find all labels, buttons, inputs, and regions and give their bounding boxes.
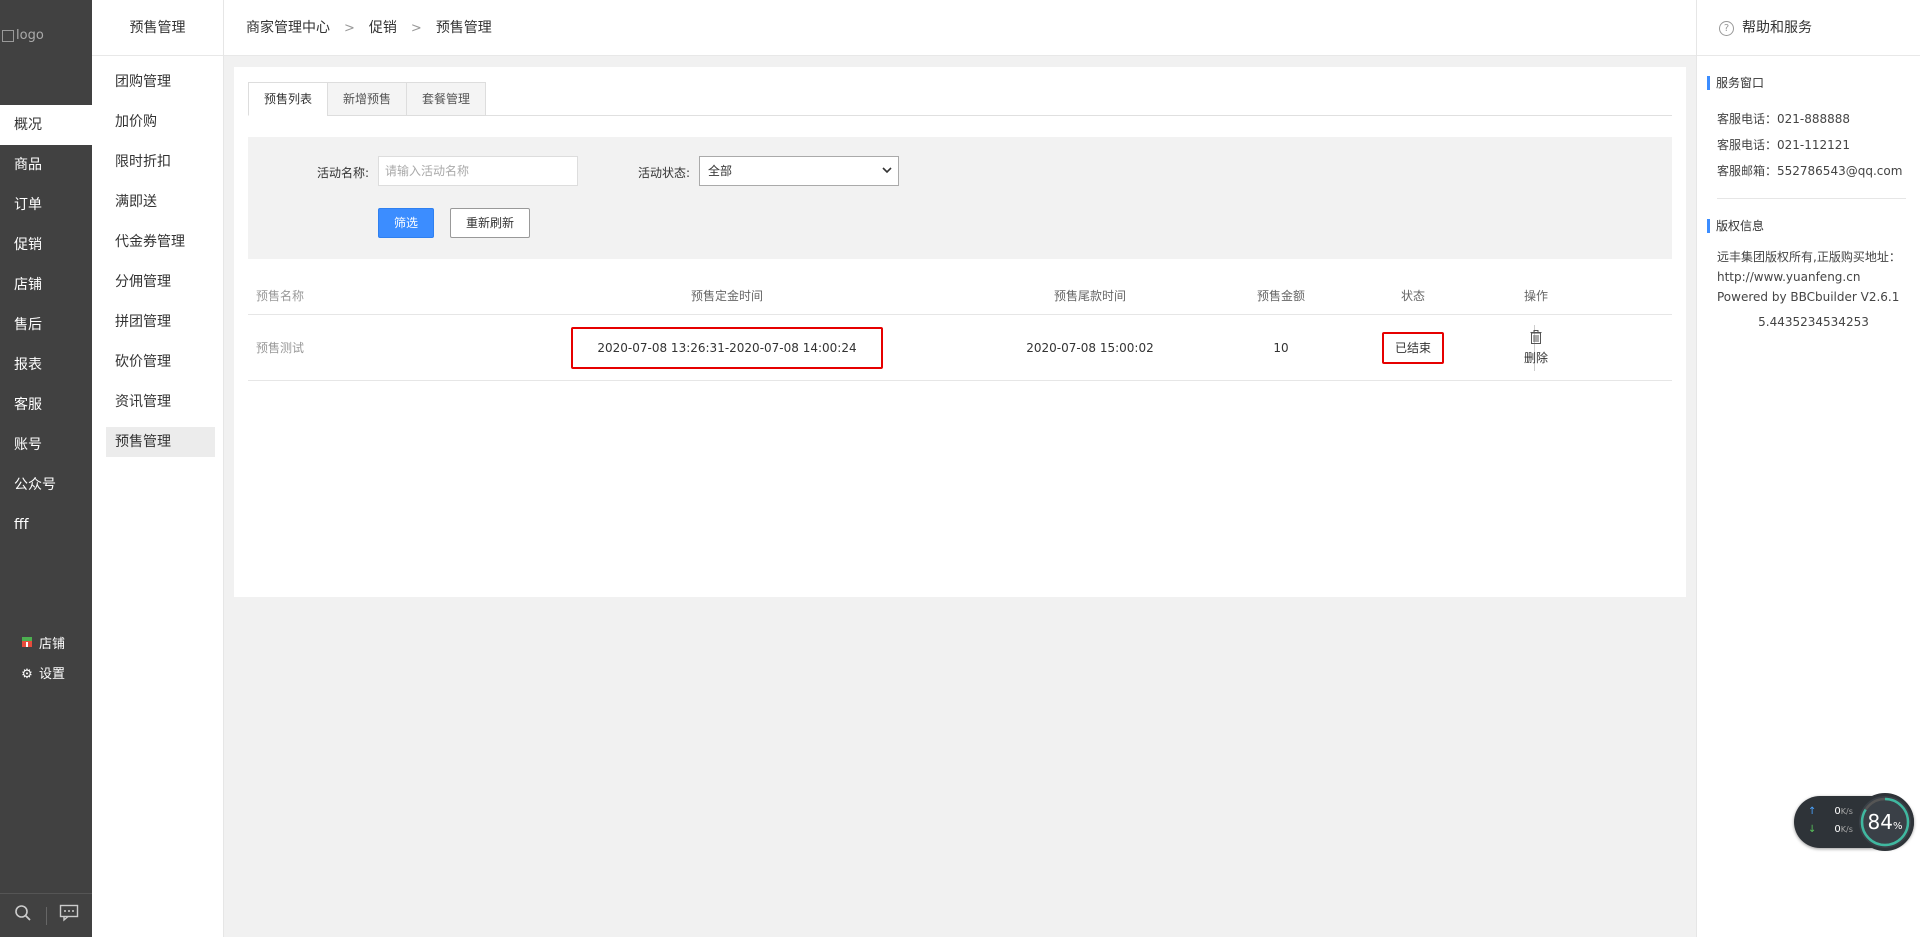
breadcrumb-item-presale: 预售管理	[435, 20, 492, 36]
table-header: 预售名称 预售定金时间 预售尾款时间 预售金额 状态 操作	[248, 277, 1672, 315]
chevron-right-icon: >	[344, 21, 355, 36]
chevron-right-icon: >	[410, 21, 422, 36]
subnav-title: 预售管理	[92, 0, 223, 56]
subnav-item-commission[interactable]: 分佣管理	[106, 267, 215, 297]
service-window-title: 服务窗口	[1707, 76, 1920, 90]
question-circle-icon: ?	[1719, 20, 1734, 36]
arrow-up-icon: ↑	[1808, 806, 1817, 817]
filter-panel: 活动名称: 活动状态: 全部 筛选 重新刷新	[248, 137, 1672, 259]
nav-item-after-sales[interactable]: 售后	[0, 305, 92, 345]
subnav-item-presale[interactable]: 预售管理	[106, 427, 215, 457]
sub-sidebar: 预售管理 团购管理 加价购 限时折扣 满即送 代金券管理 分佣管理 拼团管理 砍…	[92, 0, 224, 937]
header-deposit-time: 预售定金时间	[690, 289, 763, 303]
table-row: 预售测试 2020-07-08 13:26:31-2020-07-08 14:0…	[248, 315, 1672, 381]
shop-link[interactable]: 店铺	[0, 630, 92, 660]
service-phone-1: 客服电话：021-888888	[1717, 112, 1851, 126]
version-number: 5.4435234534253	[1758, 315, 1869, 329]
header-status: 状态	[1400, 289, 1425, 303]
copyright-text: 远丰集团版权所有,正版购买地址：http://www.yuanfeng.cn P…	[1717, 250, 1901, 304]
shop-label: 店铺	[39, 637, 66, 652]
network-speed-widget[interactable]: ↑ 0K/s ↓ 0K/s 84%	[1794, 793, 1914, 851]
activity-status-label: 活动状态:	[638, 166, 691, 180]
logo-alt-text: logo	[16, 28, 44, 43]
nav-item-promotion[interactable]: 促销	[0, 225, 92, 265]
nav-item-reports[interactable]: 报表	[0, 345, 92, 385]
breadcrumb-item-promotion[interactable]: 促销	[369, 20, 397, 36]
header-operation: 操作	[1523, 289, 1548, 303]
nav-item-customer-service[interactable]: 客服	[0, 385, 92, 425]
gauge-percent: 84	[1867, 810, 1893, 834]
status-badge: 已结束	[1382, 331, 1444, 364]
nav-item-account[interactable]: 账号	[0, 425, 92, 465]
filter-button[interactable]: 筛选	[378, 208, 434, 238]
row-amount: 10	[1273, 340, 1289, 355]
status-cell: 已结束	[1348, 315, 1478, 380]
presale-table: 预售名称 预售定金时间 预售尾款时间 预售金额 状态 操作 预售测试 2020-…	[248, 277, 1672, 381]
service-phone-2: 客服电话：021-112121	[1717, 138, 1851, 152]
refresh-button[interactable]: 重新刷新	[450, 208, 530, 238]
breadcrumb-item-merchant-center[interactable]: 商家管理中心	[246, 20, 330, 36]
subnav-item-group-buy[interactable]: 团购管理	[106, 67, 215, 97]
delete-label: 删除	[1523, 350, 1548, 365]
logo[interactable]: logo	[0, 0, 92, 105]
gauge-percent-sign: %	[1892, 821, 1903, 832]
nav-item-overview[interactable]: 概况	[0, 105, 92, 145]
deposit-time-highlight: 2020-07-08 13:26:31-2020-07-08 14:00:24	[571, 326, 883, 369]
tab-add-presale[interactable]: 新增预售	[327, 82, 407, 116]
nav-item-official-account[interactable]: 公众号	[0, 465, 92, 505]
nav-item-orders[interactable]: 订单	[0, 185, 92, 225]
row-deposit-time: 2020-07-08 13:26:31-2020-07-08 14:00:24	[597, 340, 857, 355]
nav-item-goods[interactable]: 商品	[0, 145, 92, 185]
upload-speed: ↑ 0K/s	[1808, 806, 1853, 817]
service-lines: 客服电话：021-888888 客服电话：021-112121 客服邮箱：552…	[1697, 90, 1920, 184]
activity-name-input[interactable]	[378, 156, 578, 186]
row-tail-time: 2020-07-08 15:00:02	[1026, 340, 1154, 355]
subnav-item-voucher[interactable]: 代金券管理	[106, 227, 215, 257]
broken-image-icon	[2, 29, 14, 42]
row-name: 预售测试	[256, 341, 305, 355]
header-amount: 预售金额	[1256, 289, 1305, 303]
activity-name-label: 活动名称:	[317, 166, 370, 180]
content-card: 预售列表 新增预售 套餐管理 活动名称: 活动状态: 全部 筛选 重新刷新 预售…	[234, 67, 1686, 597]
subnav-item-bargain[interactable]: 砍价管理	[106, 347, 215, 377]
subnav-item-group-tour[interactable]: 拼团管理	[106, 307, 215, 337]
service-email: 客服邮箱：552786543@qq.com	[1717, 164, 1903, 178]
settings-link[interactable]: ⚙ 设置	[0, 660, 92, 690]
help-title: 帮助和服务	[1742, 20, 1812, 36]
trash-icon	[1530, 329, 1542, 344]
operation-cell: 删除	[1506, 315, 1566, 380]
nav-item-shop[interactable]: 店铺	[0, 265, 92, 305]
gear-icon: ⚙	[21, 667, 33, 682]
settings-label: 设置	[39, 667, 66, 682]
nav-item-fff[interactable]: fff	[0, 505, 92, 545]
main-sidebar: logo 概况 商品 订单 促销 店铺 售后 报表 客服 账号 公众号 fff …	[0, 0, 92, 937]
breadcrumb: 商家管理中心 > 促销 > 预售管理	[224, 0, 1696, 56]
memory-gauge: 84%	[1856, 793, 1914, 851]
download-speed: ↓ 0K/s	[1808, 824, 1853, 835]
row-status: 已结束	[1394, 341, 1431, 355]
activity-status-select[interactable]: 全部	[699, 156, 899, 186]
tab-bar: 预售列表 新增预售 套餐管理	[248, 82, 1672, 116]
subnav-item-news[interactable]: 资讯管理	[106, 387, 215, 417]
help-header[interactable]: ? 帮助和服务	[1697, 0, 1920, 56]
tab-package-management[interactable]: 套餐管理	[406, 82, 487, 116]
search-icon[interactable]	[0, 904, 46, 927]
activity-status-value: 全部	[708, 164, 733, 178]
download-unit: K/s	[1840, 825, 1853, 834]
upload-unit: K/s	[1840, 807, 1853, 816]
subnav-item-add-price-buy[interactable]: 加价购	[106, 107, 215, 137]
delete-button[interactable]: 删除	[1523, 329, 1548, 366]
arrow-down-icon: ↓	[1808, 824, 1817, 835]
chevron-down-icon	[882, 157, 892, 197]
shop-icon	[20, 630, 34, 660]
copyright-title: 版权信息	[1707, 219, 1920, 233]
tab-presale-list[interactable]: 预售列表	[248, 82, 328, 116]
header-tail-time: 预售尾款时间	[1053, 289, 1126, 303]
subnav-item-full-gift[interactable]: 满即送	[106, 187, 215, 217]
deposit-time-cell: 2020-07-08 13:26:31-2020-07-08 14:00:24	[571, 315, 883, 380]
subnav-item-flash-discount[interactable]: 限时折扣	[106, 147, 215, 177]
header-name: 预售名称	[256, 289, 305, 303]
chat-icon[interactable]	[47, 904, 93, 927]
